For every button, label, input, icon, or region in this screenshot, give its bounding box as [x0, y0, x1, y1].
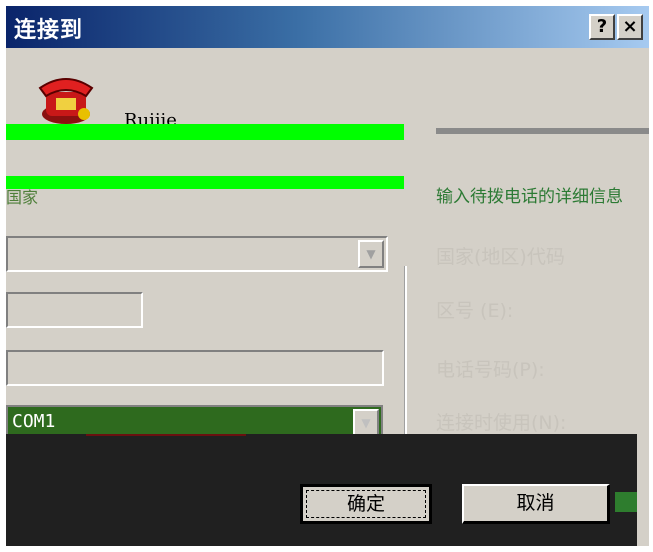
connect-to-dialog: 连接到 ? × Ruijie 国家 输入待拨电话的详细信息 国家(地区)代码 区…	[6, 6, 649, 546]
divider	[404, 266, 407, 442]
title-bar[interactable]: 连接到 ? ×	[6, 6, 649, 48]
window-title: 连接到	[14, 18, 84, 43]
country-label: 国家	[6, 188, 39, 207]
area-code-input[interactable]	[6, 292, 143, 328]
country-code-label: 国家(地区)代码	[436, 246, 565, 268]
connect-using-label: 连接时使用(N):	[436, 412, 567, 434]
render-artifact	[6, 176, 404, 189]
render-artifact	[436, 128, 649, 134]
phone-number-input[interactable]	[6, 350, 384, 386]
chevron-down-icon[interactable]: ▼	[353, 409, 379, 437]
render-artifact	[6, 124, 404, 140]
phone-number-label: 电话号码(P):	[436, 359, 545, 381]
instruction-text: 输入待拨电话的详细信息	[436, 187, 623, 207]
close-button[interactable]: ×	[617, 14, 643, 40]
dialog-edge	[637, 442, 649, 546]
render-artifact	[615, 492, 637, 512]
cancel-button[interactable]: 取消	[462, 484, 610, 524]
chevron-down-icon[interactable]: ▼	[358, 240, 384, 268]
render-artifact	[86, 434, 246, 436]
country-code-select[interactable]: ▼	[6, 236, 388, 272]
connect-using-value: COM1	[12, 411, 56, 432]
ok-button[interactable]: 确定	[300, 484, 432, 524]
telephone-icon	[38, 78, 94, 124]
area-code-label: 区号 (E):	[436, 300, 514, 322]
help-button[interactable]: ?	[589, 14, 615, 40]
